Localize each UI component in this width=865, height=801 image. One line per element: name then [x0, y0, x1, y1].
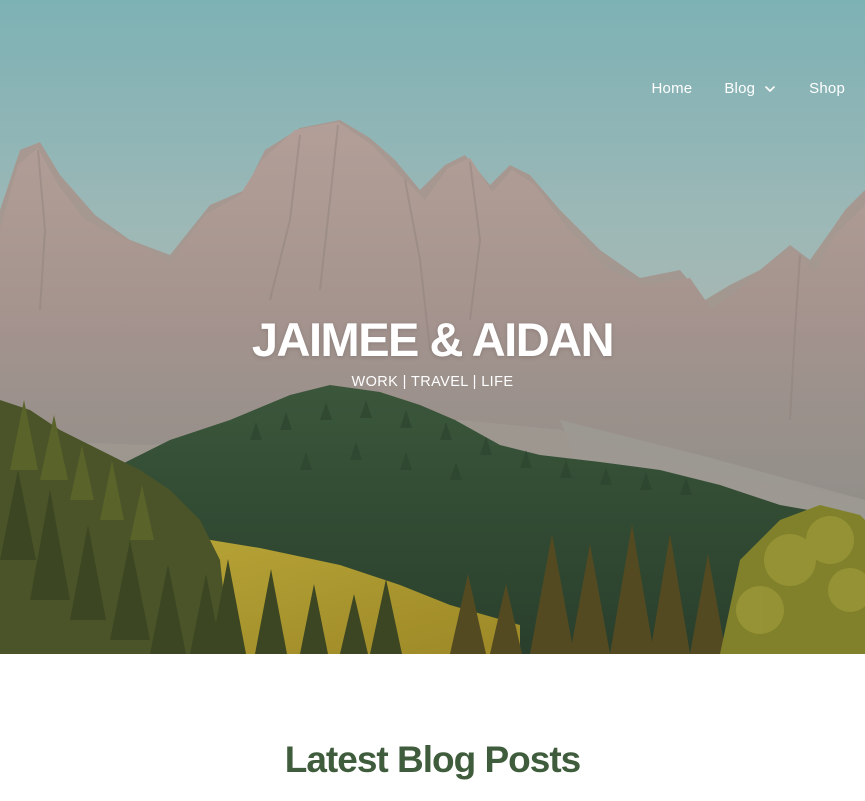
site-title: JAIMEE & AIDAN [251, 313, 615, 366]
nav-item-home-label: Home [651, 80, 693, 97]
nav-item-blog[interactable]: Blog [708, 78, 793, 100]
main-navigation: Home Blog Shop [636, 78, 845, 100]
site-tagline: WORK | TRAVEL | LIFE [351, 374, 514, 390]
nav-item-blog-label: Blog [724, 80, 756, 97]
hero-banner: Home Blog Shop JAIMEE & AIDAN WORK | TRA… [0, 0, 865, 654]
nav-item-shop[interactable]: Shop [793, 78, 845, 100]
nav-item-home[interactable]: Home [636, 78, 709, 100]
chevron-down-icon[interactable] [763, 82, 777, 96]
nav-item-shop-label: Shop [809, 80, 845, 97]
latest-posts-heading: Latest Blog Posts [284, 739, 582, 780]
